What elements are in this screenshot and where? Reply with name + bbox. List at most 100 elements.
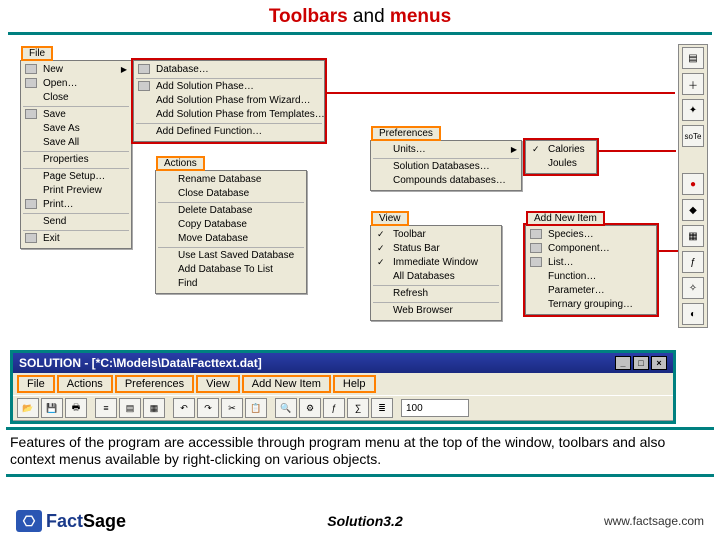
toolbar-button[interactable]: ≡ [95,398,117,418]
toolbar-button[interactable]: 📋 [245,398,267,418]
menu-item-toolbar[interactable]: ✓Toolbar [371,228,501,242]
toolbar-button[interactable]: soTe [682,125,704,147]
menu-item-label: Add Solution Phase… [156,81,254,92]
menu-item-database[interactable]: Database… [134,63,324,77]
toolbar-button[interactable]: ◐ [682,303,704,325]
toolbar-button[interactable]: ● [682,173,704,195]
menu-item-webbrowser[interactable]: Web Browser [371,304,501,318]
actions-menu-label[interactable]: Actions [156,156,205,171]
toolbar-button[interactable]: ↷ [197,398,219,418]
menubar: File Actions Preferences View Add New It… [13,373,673,395]
toolbar-button[interactable]: ✂ [221,398,243,418]
menu-item[interactable]: Close Database [156,187,306,201]
menubar-actions[interactable]: Actions [57,375,113,393]
toolbar-button[interactable]: ▦ [143,398,165,418]
menu-item[interactable]: Component… [526,242,656,256]
menu-item-joules[interactable]: Joules [526,157,596,171]
toolbar-button[interactable]: ▦ [682,225,704,247]
toolbar-button[interactable]: ✦ [682,99,704,121]
toolbar-button[interactable]: 🖶 [65,398,87,418]
minimize-button[interactable]: _ [615,356,631,370]
menu-item[interactable]: Species… [526,228,656,242]
menu-item-label: Units… [393,144,426,155]
toolbar-button[interactable]: ≣ [371,398,393,418]
toolbar-button[interactable]: ✧ [682,277,704,299]
menubar-file[interactable]: File [17,375,55,393]
menu-item-immediate[interactable]: ✓ Immediate Window [371,256,501,270]
close-button[interactable]: × [651,356,667,370]
menubar-addnewitem[interactable]: Add New Item [242,375,331,393]
menu-item[interactable]: Add Database To List [156,263,306,277]
menu-item[interactable]: Delete Database [156,204,306,218]
menu-item-refresh[interactable]: Refresh [371,287,501,301]
menu-item[interactable]: Ternary grouping… [526,298,656,312]
logo-fact: Fact [46,511,83,531]
menu-item[interactable]: Copy Database [156,218,306,232]
preferences-menu-label[interactable]: Preferences [371,126,441,141]
connector-line [657,250,679,252]
menu-item-saveall[interactable]: Save All [21,136,131,150]
menu-item-label: Use Last Saved Database [178,250,294,261]
menu-item-send[interactable]: Send [21,215,131,229]
toolbar-button[interactable]: ▤ [682,47,704,69]
toolbar-button[interactable]: 📂 [17,398,39,418]
add-icon [138,81,150,91]
menu-item[interactable]: Find [156,277,306,291]
menu-item-label: Ternary grouping… [548,299,633,310]
menu-item-addsoln[interactable]: Add Solution Phase… [134,80,324,94]
menubar-help[interactable]: Help [333,375,376,393]
menu-item-open[interactable]: Open… [21,77,131,91]
toolbar-button[interactable]: ▤ [119,398,141,418]
addnew-menu-label[interactable]: Add New Item [526,211,605,226]
toolbar-button[interactable]: ↶ [173,398,195,418]
menu-item[interactable]: Parameter… [526,284,656,298]
menu-item[interactable]: Rename Database [156,173,306,187]
menu-item-new[interactable]: New▶ [21,63,131,77]
menu-item-label: Calories [548,144,585,155]
toolbar-button[interactable]: ƒ [682,251,704,273]
menu-item[interactable]: Use Last Saved Database [156,249,306,263]
menu-item-close[interactable]: Close [21,91,131,105]
database-icon [138,64,150,74]
menu-item[interactable]: Function… [526,270,656,284]
toolbar-button[interactable]: 💾 [41,398,63,418]
maximize-button[interactable]: □ [633,356,649,370]
toolbar-button[interactable]: ⚙ [299,398,321,418]
menu-item-label: Immediate Window [393,257,478,268]
menu-item-label: Parameter… [548,285,605,296]
zoom-input[interactable] [401,399,469,417]
menu-item[interactable]: List… [526,256,656,270]
menu-item-print[interactable]: Print… [21,198,131,212]
menu-item-exit[interactable]: Exit [21,232,131,246]
file-menu-label[interactable]: File [21,46,53,61]
menu-item-properties[interactable]: Properties [21,153,131,167]
check-icon: ✓ [377,256,385,268]
menu-item[interactable]: Move Database [156,232,306,246]
menubar-preferences[interactable]: Preferences [115,375,194,393]
toolbar-button[interactable]: ＋ [682,73,704,95]
menu-item-addsoln-templates[interactable]: Add Solution Phase from Templates… [134,108,324,122]
menu-item-save[interactable]: Save [21,108,131,122]
menu-item-label: Refresh [393,288,428,299]
menu-item-alldb[interactable]: All Databases [371,270,501,284]
check-icon: ✓ [377,242,385,254]
menu-item-printpreview[interactable]: Print Preview [21,184,131,198]
menu-item-label: Print… [43,199,74,210]
menu-item-addsoln-wizard[interactable]: Add Solution Phase from Wizard… [134,94,324,108]
menu-item-calories[interactable]: ✓Calories [526,143,596,157]
view-menu-label[interactable]: View [371,211,409,226]
menu-item-addfunction[interactable]: Add Defined Function… [134,125,324,139]
toolbar-button[interactable]: ∑ [347,398,369,418]
menu-item-saveas[interactable]: Save As [21,122,131,136]
menu-item[interactable]: Compounds databases… [371,174,521,188]
toolbar-button[interactable]: ◆ [682,199,704,221]
menu-item-label: Page Setup… [43,171,105,182]
menu-item-statusbar[interactable]: ✓Status Bar [371,242,501,256]
menu-item-pagesetup[interactable]: Page Setup… [21,170,131,184]
toolbar-button[interactable]: 🔍 [275,398,297,418]
check-icon: ✓ [377,228,385,240]
toolbar-button[interactable]: ƒ [323,398,345,418]
menu-item[interactable]: Solution Databases… [371,160,521,174]
menubar-view[interactable]: View [196,375,240,393]
menu-item-units[interactable]: Units…▶ [371,143,521,157]
